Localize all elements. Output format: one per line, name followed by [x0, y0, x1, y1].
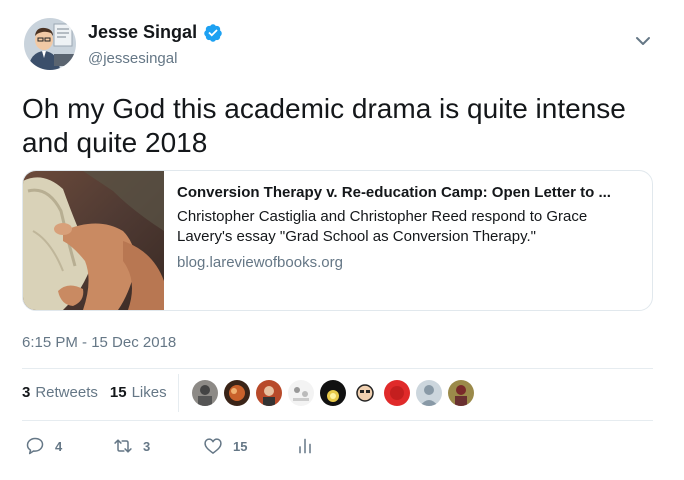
reply-button[interactable]: 4 [25, 436, 113, 456]
tweet-stats: 3 Retweets 15 Likes [22, 384, 167, 401]
like-count: 15 [233, 438, 248, 454]
link-card[interactable]: Conversion Therapy v. Re-education Camp:… [22, 170, 653, 311]
divider [22, 420, 653, 421]
analytics-icon [299, 438, 311, 454]
reply-count: 4 [55, 438, 63, 454]
retweet-icon [114, 439, 132, 453]
verified-badge-icon [204, 23, 222, 42]
card-domain: blog.lareviewofbooks.org [177, 254, 343, 271]
author-display-name[interactable]: Jesse Singal [88, 22, 197, 43]
retweets-count[interactable]: 3 [22, 384, 30, 401]
cartoon-avatar-icon [24, 18, 76, 70]
chevron-down-icon[interactable] [634, 34, 652, 48]
stats-separator [178, 374, 179, 412]
liker-avatar-2[interactable] [224, 380, 250, 406]
card-description: Christopher Castiglia and Christopher Re… [177, 208, 588, 245]
liker-avatar-7[interactable] [384, 380, 410, 406]
liker-avatar-8[interactable] [416, 380, 442, 406]
likes-label[interactable]: Likes [132, 384, 167, 401]
card-title[interactable]: Conversion Therapy v. Re-education Camp:… [177, 183, 640, 203]
liker-avatar-3[interactable] [256, 380, 282, 406]
liker-avatar-1[interactable] [192, 380, 218, 406]
heart-icon [204, 438, 222, 454]
card-thumbnail-image [23, 171, 164, 310]
author-name-row[interactable]: Jesse Singal [88, 22, 223, 43]
divider [22, 368, 653, 369]
tweet-actions: 4 3 15 [22, 436, 325, 456]
retweets-label[interactable]: Retweets [35, 384, 98, 401]
card-body: Conversion Therapy v. Re-education Camp:… [164, 171, 652, 310]
author-handle[interactable]: @jessesingal [88, 50, 177, 67]
tweet: Jesse Singal @jessesingal Oh my God this… [0, 0, 684, 480]
retweet-button[interactable]: 3 [113, 436, 203, 456]
analytics-button[interactable] [295, 436, 325, 456]
liker-avatar-9[interactable] [448, 380, 474, 406]
retweet-count: 3 [143, 438, 151, 454]
liker-avatar-4[interactable] [288, 380, 314, 406]
likes-count[interactable]: 15 [110, 384, 127, 401]
tweet-timestamp[interactable]: 6:15 PM - 15 Dec 2018 [22, 334, 176, 351]
reply-icon [26, 437, 44, 455]
liker-avatar-6[interactable] [352, 380, 378, 406]
liker-avatar-5[interactable] [320, 380, 346, 406]
tweet-text: Oh my God this academic drama is quite i… [22, 93, 626, 158]
like-button[interactable]: 15 [203, 436, 295, 456]
author-avatar[interactable] [24, 18, 76, 70]
likers-list [192, 380, 480, 406]
